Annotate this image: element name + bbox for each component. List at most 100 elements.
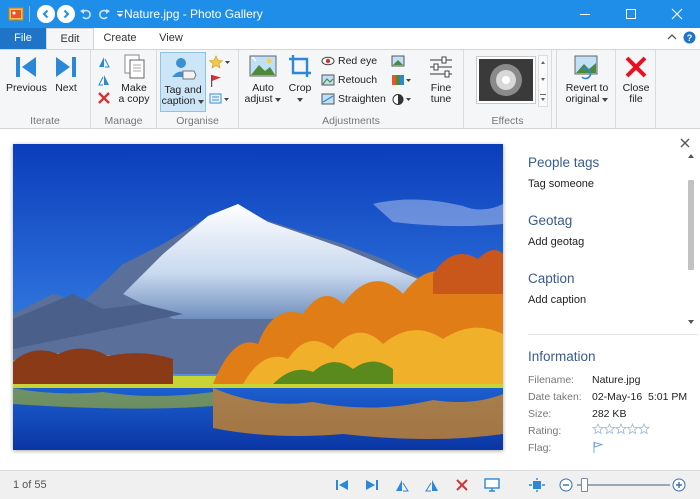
color-icon[interactable]	[391, 74, 413, 88]
back-button[interactable]	[37, 5, 55, 23]
dropdown-arrow-icon	[198, 100, 205, 104]
rotate-left-icon[interactable]	[97, 55, 111, 69]
undo-button[interactable]	[77, 5, 95, 23]
status-previous-button[interactable]	[333, 476, 351, 494]
photo-viewer[interactable]	[13, 144, 503, 450]
slideshow-button[interactable]	[483, 476, 501, 494]
flag-outline-icon[interactable]	[592, 441, 604, 454]
minimize-button[interactable]	[562, 0, 608, 28]
date-taken-value: 02-May-16 5:01 PM	[592, 391, 688, 403]
tab-file[interactable]: File	[0, 28, 46, 49]
revert-to-original-button[interactable]: Revert to original	[559, 53, 615, 105]
red-eye-icon	[321, 56, 335, 66]
flag-label: Flag:	[528, 442, 552, 454]
delete-icon	[456, 479, 468, 491]
crop-button[interactable]: Crop	[285, 53, 315, 105]
maximize-button[interactable]	[608, 0, 654, 28]
help-icon[interactable]: ?	[683, 31, 696, 44]
add-caption-link[interactable]: Add caption	[528, 294, 586, 306]
tag-and-caption-button[interactable]: Tag and caption	[160, 52, 206, 112]
dropdown-arrow-icon	[602, 98, 609, 102]
group-effects: Effects	[464, 50, 552, 129]
status-delete-button[interactable]	[453, 476, 471, 494]
zoom-out-button[interactable]	[557, 476, 575, 494]
contrast-icon[interactable]	[391, 93, 413, 107]
redo-icon	[99, 9, 110, 20]
rating-star-icon[interactable]	[614, 422, 628, 435]
rating-star-icon[interactable]	[637, 422, 651, 435]
previous-button[interactable]: Previous	[6, 53, 47, 94]
group-organise: Tag and caption Organise	[157, 50, 239, 129]
tag-someone-link[interactable]: Tag someone	[528, 178, 594, 190]
effects-gallery-scroll[interactable]	[538, 55, 548, 107]
slideshow-icon	[484, 478, 500, 492]
details-divider	[528, 334, 698, 335]
delete-icon[interactable]	[97, 91, 111, 105]
title-separator	[29, 6, 30, 22]
close-window-button[interactable]	[654, 0, 700, 28]
effect-preview-image	[479, 59, 533, 101]
flag-icon[interactable]	[209, 74, 231, 88]
tab-edit[interactable]: Edit	[46, 28, 94, 50]
make-copy-icon	[124, 54, 145, 79]
make-copy-button[interactable]: Make a copy	[114, 53, 154, 105]
status-rotate-right-button[interactable]	[423, 476, 441, 494]
actual-size-button[interactable]	[528, 476, 546, 494]
auto-adjust-button[interactable]: Auto adjust	[243, 53, 283, 105]
effect-thumbnail-black-white[interactable]	[476, 56, 536, 104]
people-tags-title: People tags	[528, 155, 600, 170]
add-geotag-link[interactable]: Add geotag	[528, 236, 584, 248]
status-next-button[interactable]	[363, 476, 381, 494]
close-file-label-2: file	[629, 93, 643, 105]
undo-icon	[80, 9, 91, 20]
status-rotate-left-button[interactable]	[393, 476, 411, 494]
details-pane: People tags Tag someone Geotag Add geota…	[519, 130, 700, 470]
app-icon[interactable]	[8, 6, 24, 22]
size-value: 282 KB	[592, 408, 627, 420]
next-button[interactable]: Next	[50, 53, 82, 94]
rotate-right-icon[interactable]	[97, 73, 111, 87]
revert-label-2: original	[565, 93, 600, 105]
fine-tune-label-2: tune	[430, 93, 452, 105]
tab-create[interactable]: Create	[94, 28, 146, 49]
rating-stars[interactable]	[591, 422, 652, 438]
close-file-button[interactable]: Close file	[620, 53, 652, 105]
exposure-icon[interactable]	[391, 55, 407, 69]
straighten-button[interactable]: Straighten	[321, 93, 386, 105]
geotag-title: Geotag	[528, 213, 573, 228]
group-label-organise: Organise	[176, 115, 219, 127]
rating-star-icon[interactable]	[626, 422, 639, 435]
details-scrollbar[interactable]	[686, 152, 696, 326]
group-label-iterate: Iterate	[30, 115, 60, 127]
auto-adjust-label-2: adjust	[244, 93, 273, 105]
straighten-label: Straighten	[338, 93, 386, 105]
title-bar: Nature.jpg - Photo Gallery	[0, 0, 700, 28]
rate-star-icon[interactable]	[209, 55, 231, 69]
crop-label: Crop	[288, 82, 312, 94]
rating-star-icon[interactable]	[603, 422, 616, 435]
properties-icon[interactable]	[209, 92, 231, 106]
group-revert: Revert to original	[556, 50, 616, 129]
zoom-slider-thumb[interactable]	[581, 478, 589, 492]
tab-view[interactable]: View	[146, 28, 196, 49]
retouch-label: Retouch	[338, 74, 378, 86]
fine-tune-button[interactable]: Fine tune	[422, 53, 460, 105]
window-title: Nature.jpg - Photo Gallery	[124, 7, 263, 21]
auto-adjust-icon	[249, 55, 277, 77]
main-area: People tags Tag someone Geotag Add geota…	[0, 130, 700, 470]
zoom-in-button[interactable]	[670, 476, 688, 494]
retouch-button[interactable]: Retouch	[321, 74, 377, 86]
rating-star-icon[interactable]	[591, 422, 605, 435]
back-icon	[42, 9, 49, 19]
close-pane-icon[interactable]	[680, 138, 690, 148]
group-close: Close file	[616, 50, 656, 129]
red-eye-button[interactable]: Red eye	[321, 55, 377, 67]
dropdown-arrow-icon	[297, 98, 303, 102]
forward-button[interactable]	[57, 5, 75, 23]
last-icon	[366, 480, 378, 490]
group-manage: Make a copy Manage	[91, 50, 157, 129]
filename-value: Nature.jpg	[592, 374, 641, 386]
make-copy-label-2: a copy	[118, 93, 150, 105]
zoom-slider-track[interactable]	[577, 484, 670, 486]
minimize-ribbon-icon[interactable]	[666, 31, 678, 43]
